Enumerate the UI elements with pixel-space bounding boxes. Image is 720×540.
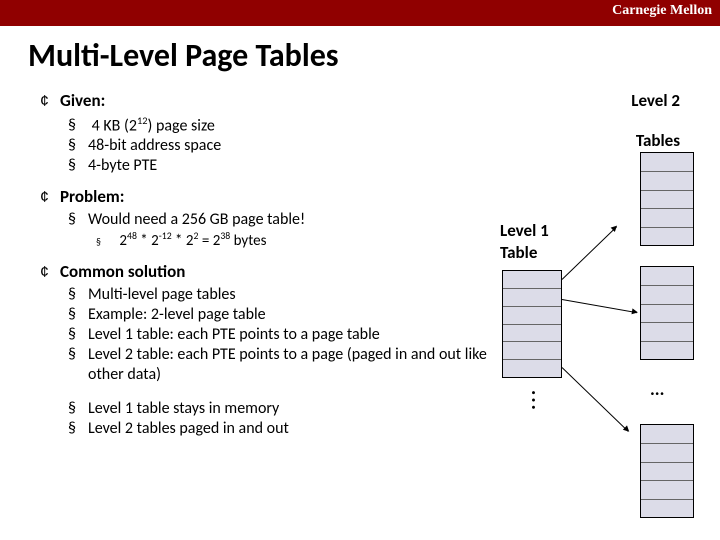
arrow-0 [562,226,617,280]
problem-head: Problem: [40,186,500,208]
level2-box-0 [640,152,694,246]
label-level1: Level 1 [500,220,549,241]
ellipsis-horizontal: ... [650,378,664,400]
solution-item-3: Level 2 table: each PTE points to a page… [68,345,500,385]
problem-item: Would need a 256 GB page table! [68,210,500,230]
university-name: Carnegie Mellon [612,3,712,19]
level1-box [502,270,562,378]
level2-box-2 [640,424,694,518]
given-item-2: 4-byte PTE [68,156,500,176]
level2-box-1 [640,266,694,360]
ellipsis-vertical: ... [526,390,550,412]
section-given: Given: 4 KB (212) page size 48-bit addre… [40,90,500,176]
diagram: Level 2 Tables Level 1 Table ... ... [500,90,710,490]
section-solution: Common solution Multi-level page tables … [40,261,500,439]
label-tables: Tables [636,130,680,151]
given-head: Given: [40,90,500,112]
label-level2: Level 2 [631,90,680,111]
slide-content: Given: 4 KB (212) page size 48-bit addre… [40,90,500,449]
given-item-0: 4 KB (212) page size [68,114,500,136]
section-problem: Problem: Would need a 256 GB page table!… [40,186,500,251]
solution-head: Common solution [40,261,500,283]
arrow-2 [562,367,629,432]
label-table: Table [500,242,537,263]
given-item-1: 48-bit address space [68,136,500,156]
arrow-1 [562,299,637,313]
solution-note-1: Level 2 tables paged in and out [68,419,500,439]
header-bar: Carnegie Mellon [0,0,720,26]
solution-note-0: Level 1 table stays in memory [68,399,500,419]
slide-title: Multi-Level Page Tables [28,36,720,75]
solution-item-0: Multi-level page tables [68,285,500,305]
solution-item-2: Level 1 table: each PTE points to a page… [68,325,500,345]
solution-item-1: Example: 2-level page table [68,305,500,325]
problem-calc: 248 * 2-12 * 22 = 238 bytes [96,230,500,251]
